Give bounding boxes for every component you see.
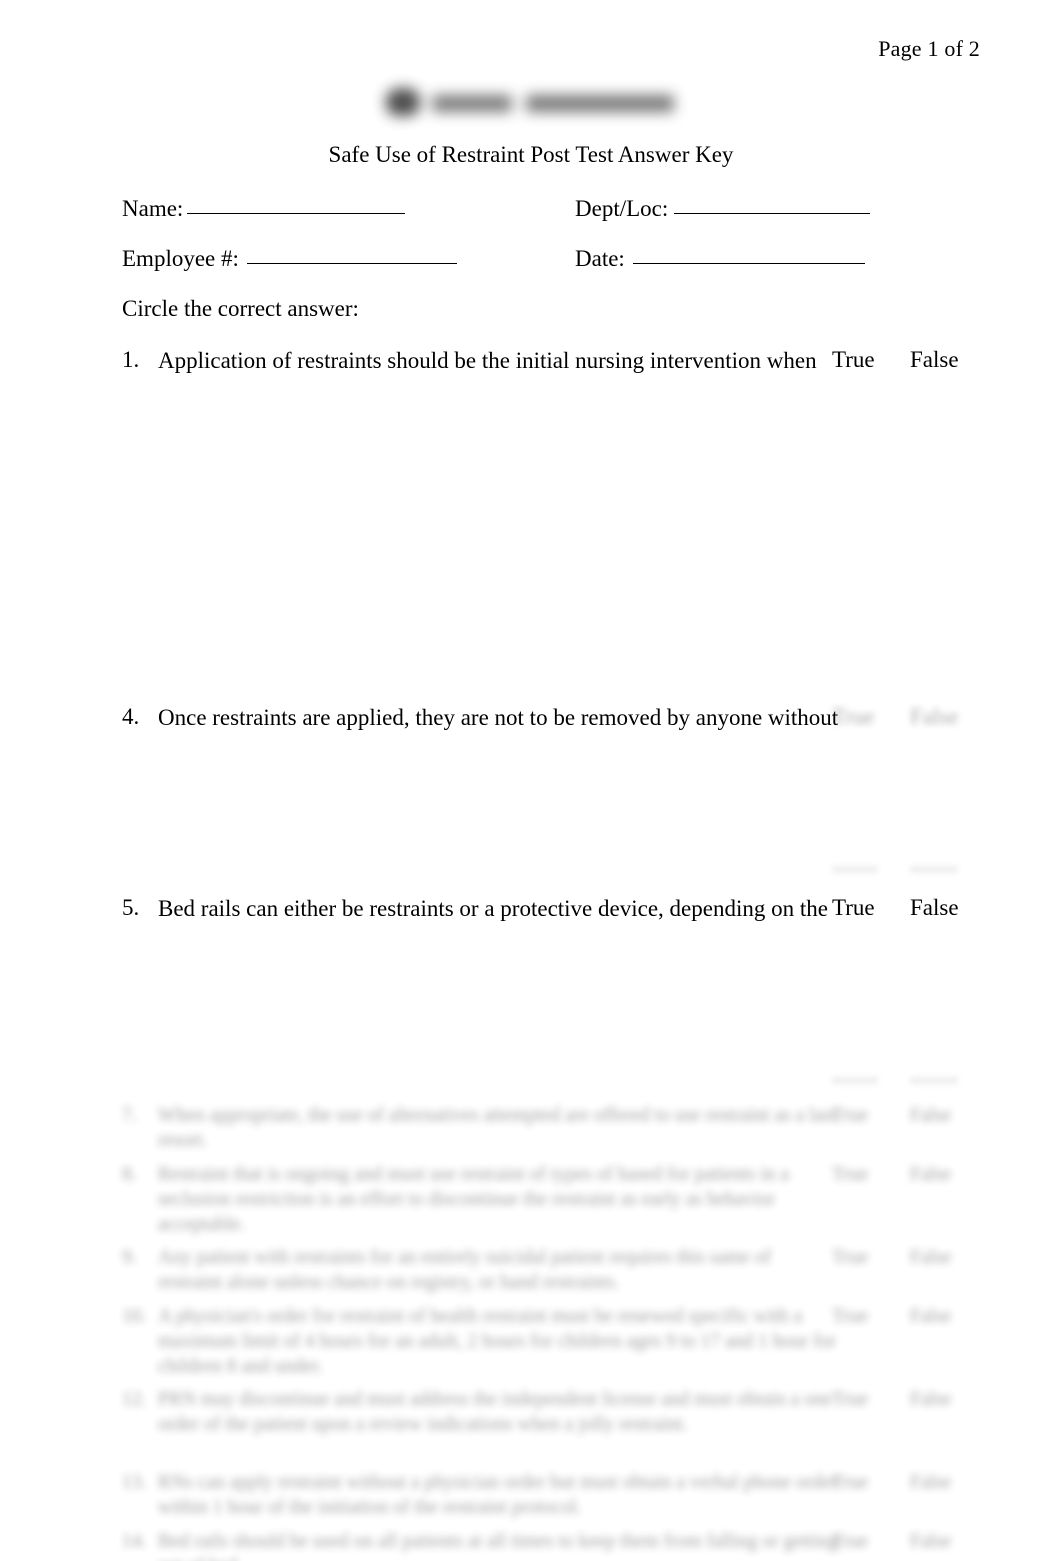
answer-option-true[interactable]: True [832,347,892,373]
answer-option-false[interactable]: False [910,1246,980,1271]
date-field-group: Date: [575,246,865,272]
document-page: Page 1 of 2 organization-logo-redacted S… [0,0,1062,1561]
instruction-text: Circle the correct answer: [122,296,359,321]
answer-option-false[interactable]: False [910,704,980,730]
question-text: Once restraints are applied, they are no… [158,705,839,730]
employee-number-input[interactable] [246,263,457,264]
table-row: 8. Restraint that is ongoing and must us… [122,1163,982,1239]
table-row: 12. PRN may discontinue and must address… [122,1388,982,1464]
answer-option-false[interactable]: False [910,1471,980,1496]
question-number: 1. [122,347,140,372]
answer-option-false[interactable]: False [910,1104,980,1129]
dept-loc-label: Dept/Loc: [575,196,669,221]
page-title: Safe Use of Restraint Post Test Answer K… [328,142,734,167]
faint-scan-artifact [910,866,958,873]
table-row: 9. Any patient with restraints for an en… [122,1246,982,1298]
dept-loc-field-group: Dept/Loc: [575,196,871,222]
answer-option-true[interactable]: True [832,1163,892,1188]
question-text: Bed rails can either be restraints or a … [158,896,828,921]
question-number: 13. [122,1472,147,1493]
answer-option-true[interactable]: True [832,895,892,921]
logo-alt-text: organization-logo-redacted [376,82,686,128]
answer-option-true[interactable]: True [832,1104,892,1129]
identity-fields-row-1: Name: Dept/Loc: [122,196,982,222]
question-text: PRN may discontinue and must address the… [158,1389,833,1435]
answer-option-false[interactable]: False [910,1163,980,1188]
faint-scan-artifact [832,1077,878,1084]
name-input[interactable] [187,213,406,214]
question-text: Application of restraints should be the … [158,348,817,373]
page-number: Page 1 of 2 [878,36,980,61]
answer-option-false[interactable]: False [910,347,980,373]
dept-loc-input[interactable] [674,213,871,214]
answer-option-true[interactable]: True [832,1530,892,1555]
question-number: 14. [122,1531,147,1552]
answer-option-false[interactable]: False [910,1305,980,1330]
answer-option-true[interactable]: True [832,1305,892,1330]
answer-option-true[interactable]: True [832,704,892,730]
identity-fields-row-2: Employee #: Date: [122,246,982,272]
question-text: When appropriate, the use of alternative… [158,1105,837,1151]
question-text: Bed rails should be used on all patients… [158,1531,838,1561]
date-label: Date: [575,246,625,271]
date-input[interactable] [632,263,865,264]
question-number: 12. [122,1389,147,1410]
answer-option-true[interactable]: True [832,1388,892,1413]
question-text: RNs can apply restraint without a physic… [158,1472,838,1518]
question-number: 9. [122,1247,137,1268]
question-text: A physician's order for restraint of hea… [158,1306,837,1377]
question-text: Any patient with restraints for an entir… [158,1247,771,1293]
answer-option-true[interactable]: True [832,1246,892,1271]
name-label: Name: [122,196,184,221]
question-number: 10. [122,1306,147,1327]
answer-option-false[interactable]: False [910,1530,980,1555]
table-row: 10. A physician's order for restraint of… [122,1305,982,1381]
name-field-group: Name: [122,196,406,222]
redacted-questions-block: 7. When appropriate, the use of alternat… [122,1104,982,1561]
faint-scan-artifact [910,1077,958,1084]
question-number: 4. [122,704,140,729]
employee-number-field-group: Employee #: [122,246,457,272]
table-row: 13. RNs can apply restraint without a ph… [122,1471,982,1523]
organization-logo: organization-logo-redacted [376,82,686,128]
table-row: 14. Bed rails should be used on all pati… [122,1530,982,1561]
question-text: Restraint that is ongoing and must use r… [158,1164,789,1235]
table-row: 7. When appropriate, the use of alternat… [122,1104,982,1156]
question-number: 7. [122,1105,137,1126]
question-number: 8. [122,1164,137,1185]
employee-number-label: Employee #: [122,246,239,271]
question-number: 5. [122,895,140,920]
answer-option-false[interactable]: False [910,895,980,921]
faint-scan-artifact [832,866,878,873]
answer-option-true[interactable]: True [832,1471,892,1496]
answer-option-false[interactable]: False [910,1388,980,1413]
